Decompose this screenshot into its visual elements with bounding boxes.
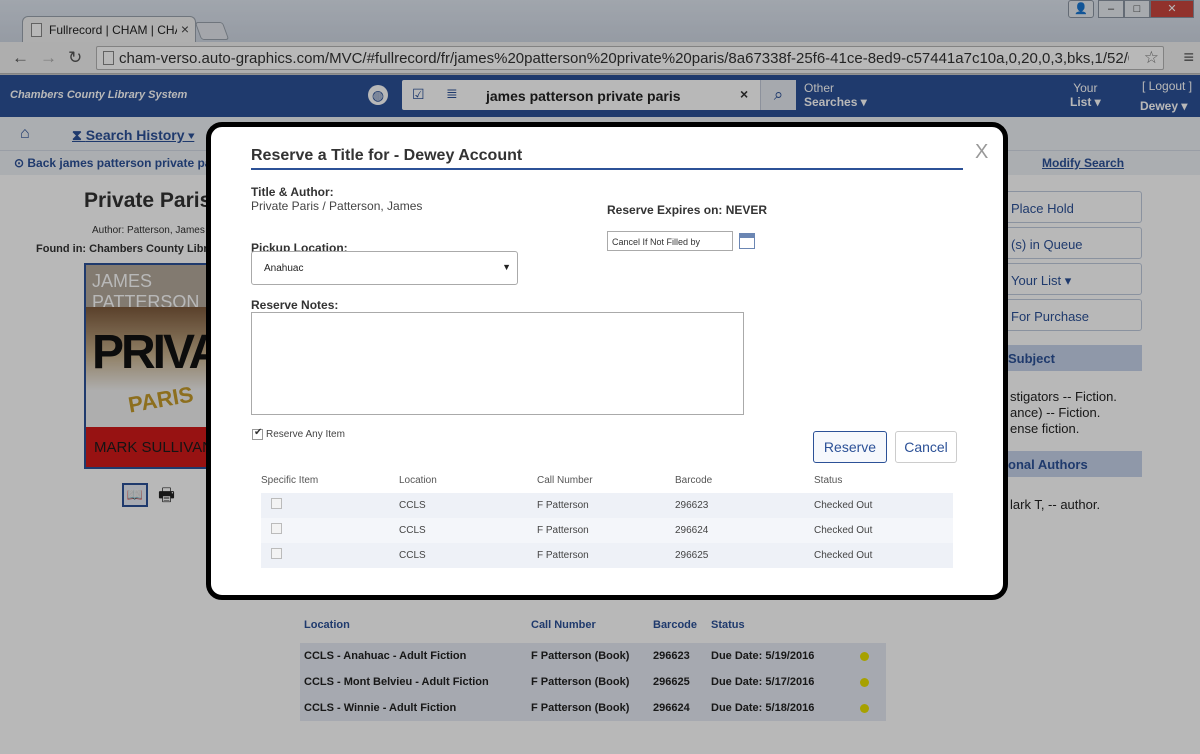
specific-item-checkbox[interactable]: [271, 498, 282, 509]
items-header-specific: Specific Item: [261, 475, 319, 486]
title-author-value: Private Paris / Patterson, James: [251, 199, 423, 213]
calendar-icon[interactable]: [739, 233, 755, 249]
item-barcode: 296623: [675, 500, 709, 511]
date-placeholder: Cancel If Not Filled by: [612, 237, 701, 247]
cancel-button[interactable]: Cancel: [895, 431, 957, 463]
items-header-status: Status: [814, 475, 843, 486]
table-row: CCLS F Patterson 296624 Checked Out: [261, 518, 953, 543]
item-status: Checked Out: [814, 525, 873, 536]
item-barcode: 296624: [675, 525, 709, 536]
reserve-any-item-label: Reserve Any Item: [266, 429, 345, 440]
item-barcode: 296625: [675, 550, 709, 561]
item-location: CCLS: [399, 550, 426, 561]
items-header-barcode: Barcode: [675, 475, 713, 486]
title-divider: [251, 168, 963, 170]
item-status: Checked Out: [814, 500, 873, 511]
expires-label: Reserve Expires on: NEVER: [607, 203, 768, 217]
item-status: Checked Out: [814, 550, 873, 561]
table-row: CCLS F Patterson 296623 Checked Out: [261, 493, 953, 518]
pickup-location-value: Anahuac: [264, 263, 304, 274]
dialog-title: Reserve a Title for - Dewey Account: [251, 147, 523, 164]
reserve-any-item-checkbox[interactable]: [252, 427, 263, 440]
reserve-dialog: Reserve a Title for - Dewey Account X Ti…: [206, 122, 1008, 600]
reserve-button[interactable]: Reserve: [813, 431, 887, 463]
item-location: CCLS: [399, 525, 426, 536]
items-header-call: Call Number: [537, 475, 593, 486]
close-icon[interactable]: X: [975, 141, 988, 164]
reserve-notes-textarea[interactable]: [251, 312, 744, 415]
item-call-number: F Patterson: [537, 525, 589, 536]
reserve-notes-label: Reserve Notes:: [251, 298, 339, 312]
specific-item-checkbox[interactable]: [271, 548, 282, 559]
title-author-label: Title & Author:: [251, 185, 334, 199]
table-row: CCLS F Patterson 296625 Checked Out: [261, 543, 953, 568]
pickup-location-select[interactable]: Anahuac ▼: [251, 251, 518, 285]
item-call-number: F Patterson: [537, 500, 589, 511]
chevron-down-icon: ▼: [502, 262, 511, 272]
items-header-location: Location: [399, 475, 437, 486]
specific-item-checkbox[interactable]: [271, 523, 282, 534]
item-location: CCLS: [399, 500, 426, 511]
item-call-number: F Patterson: [537, 550, 589, 561]
cancel-by-date-input[interactable]: Cancel If Not Filled by: [607, 231, 733, 251]
